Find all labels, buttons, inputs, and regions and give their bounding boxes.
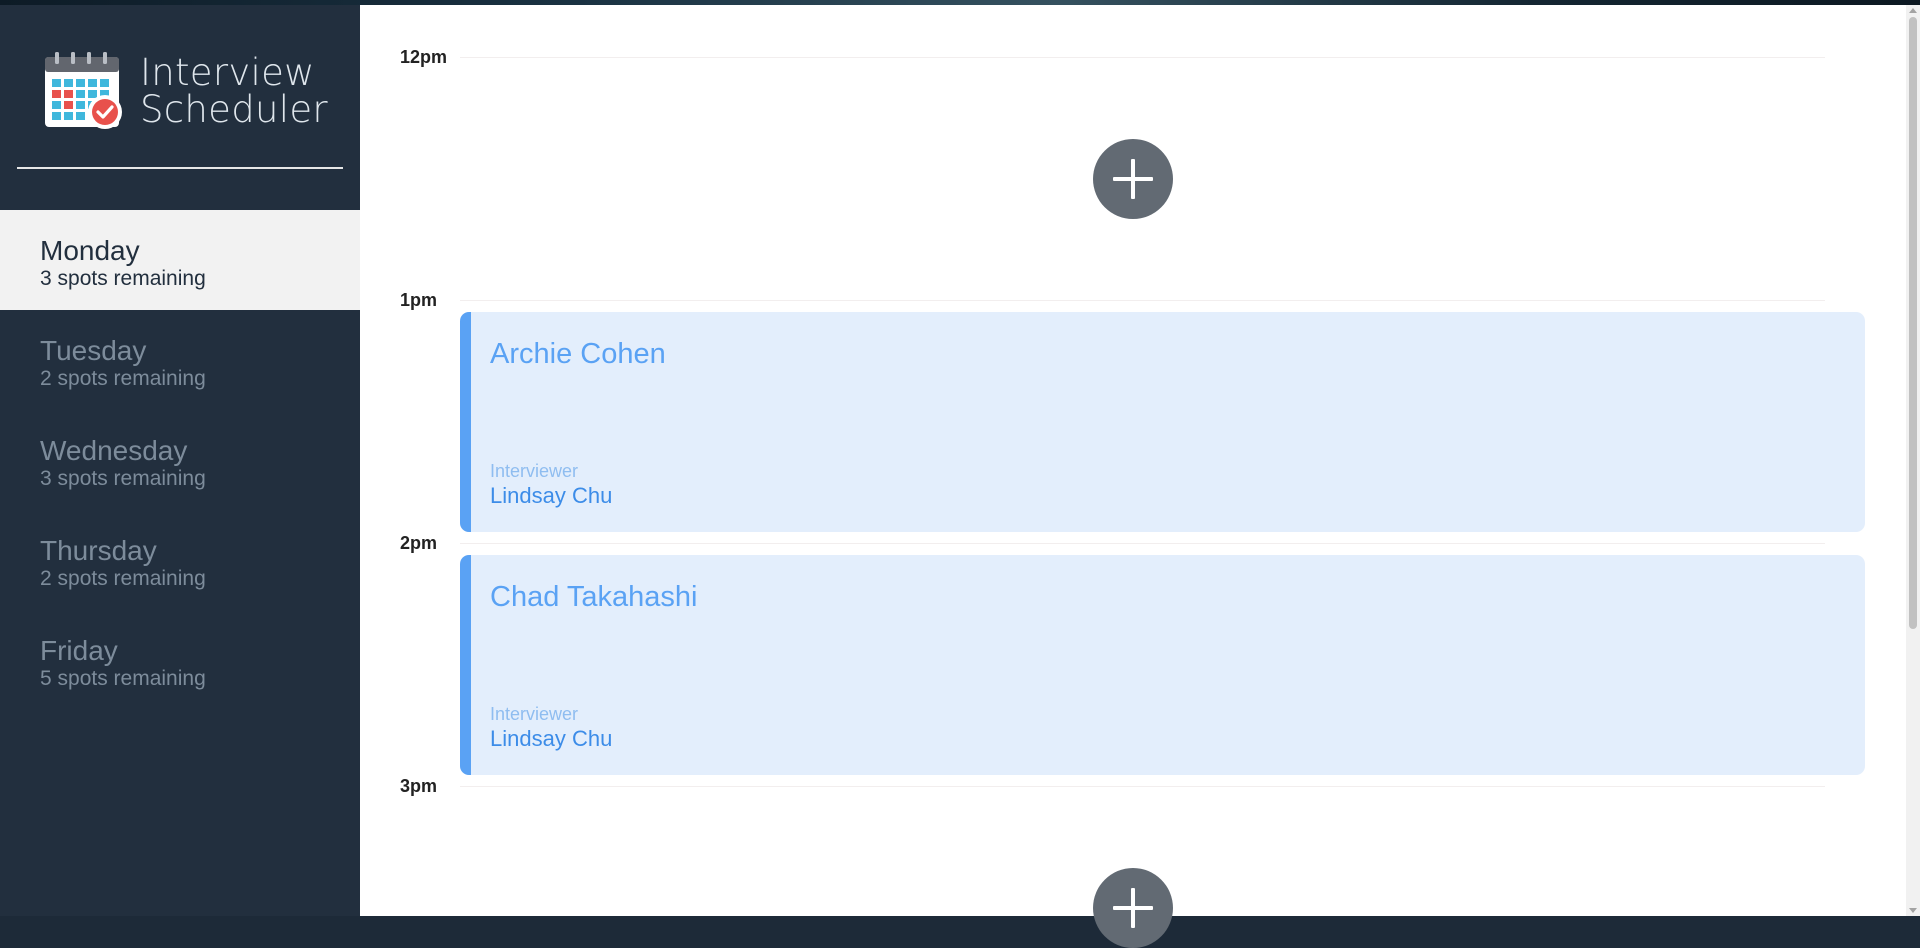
appointment-card[interactable]: Chad Takahashi Interviewer Lindsay Chu	[460, 555, 1865, 775]
sidebar-divider	[17, 167, 343, 169]
day-name: Friday	[40, 635, 118, 666]
day-name: Thursday	[40, 535, 157, 566]
time-label: 12pm	[400, 47, 448, 67]
scroll-up-arrow-icon[interactable]	[1909, 8, 1917, 13]
day-item-wednesday[interactable]: Wednesday 3 spots remaining	[0, 410, 360, 510]
calendar-check-icon	[45, 52, 122, 129]
day-list: Monday 3 spots remaining Tuesday 2 spots…	[0, 210, 360, 710]
sidebar: Interview Scheduler Monday 3 spots remai…	[0, 5, 360, 916]
slot-divider	[460, 786, 1825, 787]
slot-divider	[460, 300, 1825, 301]
student-name: Chad Takahashi	[490, 581, 698, 613]
day-spots: 2 spots remaining	[40, 367, 206, 390]
day-item-thursday[interactable]: Thursday 2 spots remaining	[0, 510, 360, 610]
schedule-panel: 12pm 1pm Archie Cohen Interviewer Lindsa…	[360, 5, 1920, 948]
time-label: 1pm	[400, 290, 438, 310]
interviewer-name: Lindsay Chu	[490, 726, 613, 751]
student-name: Archie Cohen	[490, 338, 666, 370]
app-title: Interview Scheduler	[140, 54, 328, 128]
time-label: 2pm	[400, 533, 438, 553]
day-spots: 3 spots remaining	[40, 267, 206, 290]
interviewer-name: Lindsay Chu	[490, 483, 613, 508]
day-spots: 5 spots remaining	[40, 667, 206, 690]
time-label: 3pm	[400, 776, 438, 796]
day-name: Tuesday	[40, 335, 147, 366]
interviewer-label: Interviewer	[490, 461, 579, 481]
day-name: Monday	[40, 235, 140, 266]
day-item-friday[interactable]: Friday 5 spots remaining	[0, 610, 360, 710]
slot-divider	[460, 543, 1825, 544]
add-appointment-button[interactable]	[1093, 139, 1173, 219]
day-name: Wednesday	[40, 435, 188, 466]
interviewer-label: Interviewer	[490, 704, 579, 724]
app-title-line2: Scheduler	[140, 88, 328, 131]
brand: Interview Scheduler	[42, 51, 328, 131]
appointment-card[interactable]: Archie Cohen Interviewer Lindsay Chu	[460, 312, 1865, 532]
day-item-tuesday[interactable]: Tuesday 2 spots remaining	[0, 310, 360, 410]
scrollbar[interactable]	[1906, 5, 1920, 916]
scroll-down-arrow-icon[interactable]	[1909, 908, 1917, 913]
day-spots: 3 spots remaining	[40, 467, 206, 490]
app-title-line1: Interview	[140, 51, 315, 94]
day-spots: 2 spots remaining	[40, 567, 206, 590]
day-item-monday[interactable]: Monday 3 spots remaining	[0, 210, 360, 310]
add-appointment-button[interactable]	[1093, 868, 1173, 948]
slot-divider	[460, 57, 1825, 58]
scrollbar-thumb[interactable]	[1909, 17, 1917, 629]
